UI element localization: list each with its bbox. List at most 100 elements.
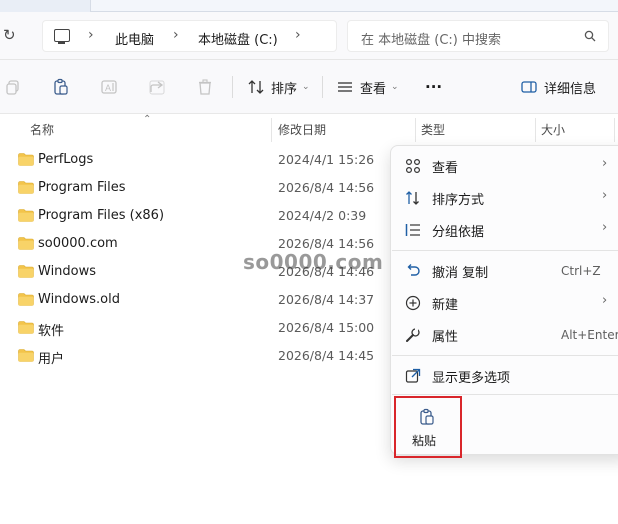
menu-separator bbox=[392, 355, 618, 356]
sort-label: 排序 bbox=[271, 81, 298, 97]
refresh-icon[interactable]: ↻ bbox=[3, 26, 19, 44]
file-date: 2026/8/4 14:45 bbox=[278, 348, 375, 363]
share-icon[interactable] bbox=[148, 78, 166, 96]
file-date: 2026/8/4 14:37 bbox=[278, 292, 375, 307]
sort-icon bbox=[248, 80, 264, 94]
menu-item-sort-by[interactable]: 排序方式 › bbox=[391, 182, 618, 214]
shortcut-text: Alt+Enter bbox=[561, 328, 618, 342]
menu-item-group-by[interactable]: 分组依据 › bbox=[391, 214, 618, 246]
file-name: Program Files (x86) bbox=[38, 208, 165, 223]
paste-icon bbox=[420, 408, 434, 425]
open-external-icon bbox=[405, 368, 421, 384]
folder-icon bbox=[18, 293, 34, 306]
file-name: Program Files bbox=[38, 180, 126, 195]
command-bar: A 排序 ⌄ 查看 ⌄ ··· 详细信息 bbox=[0, 60, 618, 114]
chevron-right-icon: › bbox=[88, 27, 94, 43]
chevron-down-icon: ⌄ bbox=[302, 82, 310, 92]
menu-item-properties[interactable]: 属性 Alt+Enter bbox=[391, 319, 618, 351]
svg-text:A: A bbox=[105, 83, 111, 93]
column-header-size[interactable]: 大小 bbox=[541, 121, 565, 138]
folder-icon bbox=[18, 237, 34, 250]
menu-item-label: 显示更多选项 bbox=[432, 371, 511, 386]
menu-item-new[interactable]: 新建 › bbox=[391, 287, 618, 319]
column-header-name[interactable]: 名称 bbox=[30, 121, 54, 138]
folder-icon bbox=[18, 349, 34, 362]
file-name: PerfLogs bbox=[38, 152, 94, 167]
menu-item-label: 排序方式 bbox=[432, 193, 485, 208]
view-button[interactable]: 查看 ⌄ bbox=[337, 75, 399, 99]
paste-icon[interactable] bbox=[52, 78, 70, 96]
file-name: Windows.old bbox=[38, 292, 120, 307]
title-bar-strip bbox=[0, 0, 618, 12]
paste-button[interactable]: 粘贴 bbox=[394, 396, 462, 458]
address-bar-row: ↻ › 此电脑 › 本地磁盘 (C:) › 在 本地磁盘 (C:) 中搜索 bbox=[0, 12, 618, 60]
column-header-date[interactable]: 修改日期 bbox=[278, 121, 326, 138]
rename-icon[interactable]: A bbox=[100, 78, 118, 96]
toolbar-divider bbox=[322, 76, 323, 98]
view-label: 查看 bbox=[360, 81, 387, 97]
paste-label: 粘贴 bbox=[412, 434, 437, 448]
file-date: 2026/8/4 14:56 bbox=[278, 236, 375, 251]
file-name: 用户 bbox=[38, 352, 65, 367]
breadcrumb-local-disk[interactable]: 本地磁盘 (C:) bbox=[198, 29, 278, 48]
column-header-type[interactable]: 类型 bbox=[421, 121, 445, 138]
wrench-icon bbox=[405, 327, 421, 343]
shortcut-text: Ctrl+Z bbox=[561, 264, 601, 278]
search-placeholder: 在 本地磁盘 (C:) 中搜索 bbox=[361, 33, 501, 48]
folder-icon bbox=[18, 209, 34, 222]
more-options-button[interactable]: ··· bbox=[425, 75, 442, 99]
file-date: 2024/4/1 15:26 bbox=[278, 152, 375, 167]
context-menu: 查看 › 排序方式 › 分组依据 › 撤消 复制 Ctrl+Z 新建 › 属性 bbox=[390, 145, 618, 458]
details-pane-button[interactable]: 详细信息 bbox=[521, 75, 596, 99]
menu-item-undo-copy[interactable]: 撤消 复制 Ctrl+Z bbox=[391, 255, 618, 287]
column-divider[interactable] bbox=[535, 118, 536, 142]
chevron-right-icon: › bbox=[602, 220, 608, 235]
folder-icon bbox=[18, 153, 34, 166]
menu-item-label: 分组依据 bbox=[432, 225, 485, 240]
column-divider[interactable] bbox=[415, 118, 416, 142]
details-pane-icon bbox=[521, 81, 537, 93]
menu-item-show-more-options[interactable]: 显示更多选项 bbox=[391, 360, 618, 392]
file-list-header: ⌃ 名称 修改日期 类型 大小 bbox=[0, 114, 618, 143]
chevron-right-icon: › bbox=[602, 188, 608, 203]
folder-icon bbox=[18, 265, 34, 278]
column-divider[interactable] bbox=[271, 118, 272, 142]
undo-icon bbox=[405, 263, 421, 279]
sort-button[interactable]: 排序 ⌄ bbox=[248, 75, 310, 99]
sort-ascending-icon: ⌃ bbox=[143, 114, 152, 125]
watermark: so0000.com bbox=[243, 250, 384, 274]
file-name: 软件 bbox=[38, 324, 65, 339]
group-list-icon bbox=[405, 222, 421, 238]
menu-separator bbox=[392, 250, 618, 251]
search-input[interactable]: 在 本地磁盘 (C:) 中搜索 bbox=[347, 20, 609, 52]
menu-item-label: 查看 bbox=[432, 161, 459, 176]
file-name: so0000.com bbox=[38, 236, 118, 251]
menu-separator bbox=[392, 394, 618, 395]
chevron-right-icon: › bbox=[602, 293, 608, 308]
folder-icon bbox=[18, 181, 34, 194]
file-date: 2026/8/4 15:00 bbox=[278, 320, 375, 335]
breadcrumb[interactable]: › 此电脑 › 本地磁盘 (C:) › bbox=[42, 20, 337, 52]
tab-area bbox=[90, 0, 618, 12]
chevron-right-icon[interactable]: › bbox=[295, 27, 301, 43]
menu-item-label: 新建 bbox=[432, 298, 459, 313]
folder-icon bbox=[18, 321, 34, 334]
grid-view-icon bbox=[405, 158, 421, 174]
new-plus-icon bbox=[405, 295, 421, 311]
sort-icon bbox=[405, 190, 421, 206]
computer-icon bbox=[54, 29, 70, 44]
breadcrumb-this-pc[interactable]: 此电脑 bbox=[115, 29, 154, 48]
details-label: 详细信息 bbox=[544, 81, 597, 97]
toolbar-divider bbox=[232, 76, 233, 98]
file-name: Windows bbox=[38, 264, 97, 279]
file-date: 2024/4/2 0:39 bbox=[278, 208, 367, 223]
chevron-down-icon: ⌄ bbox=[391, 82, 399, 92]
search-icon bbox=[584, 30, 596, 42]
delete-icon[interactable] bbox=[196, 78, 214, 96]
copy-icon[interactable] bbox=[4, 78, 22, 96]
column-divider[interactable] bbox=[614, 118, 615, 142]
menu-item-view[interactable]: 查看 › bbox=[391, 150, 618, 182]
chevron-right-icon: › bbox=[173, 27, 179, 43]
file-date: 2026/8/4 14:56 bbox=[278, 180, 375, 195]
view-list-icon bbox=[338, 82, 352, 92]
